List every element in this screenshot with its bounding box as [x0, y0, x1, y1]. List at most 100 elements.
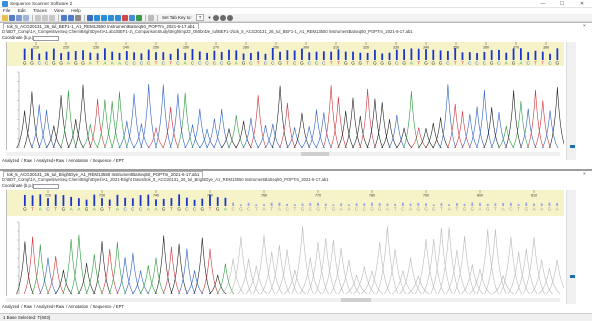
- find-icon[interactable]: [148, 14, 154, 21]
- close-panel-1-icon[interactable]: ×: [583, 23, 586, 28]
- paste-icon[interactable]: [49, 14, 55, 21]
- trace-peak: [353, 266, 376, 295]
- quality-bar: [216, 197, 219, 206]
- electropherogram-1[interactable]: 210 220 230 240 250 260 270 280 290 300 310 320 330 3…: [6, 42, 564, 150]
- quality-bar: [111, 51, 114, 60]
- base-call: T: [293, 207, 296, 212]
- print-icon[interactable]: [75, 14, 81, 21]
- quality-bar: [432, 49, 435, 60]
- quality-bar: [519, 48, 522, 60]
- view-tab-analyzed[interactable]: Analyzed: [2, 158, 19, 163]
- ruler-tick-label: 740: [153, 194, 159, 198]
- base-call: G: [332, 207, 336, 212]
- view-both-icon[interactable]: [108, 14, 114, 21]
- vertical-scroll-thumb-2[interactable]: [570, 275, 575, 278]
- tab-key-select[interactable]: T: [195, 14, 205, 21]
- quality-bar: [352, 51, 354, 60]
- view-tab-analyzed[interactable]: Analyzed: [2, 304, 19, 309]
- coordinate-input-2[interactable]: [33, 184, 59, 189]
- view-tab-raw[interactable]: Raw: [24, 304, 32, 309]
- ruler-tick-label: 280: [243, 46, 249, 50]
- base-call: T: [96, 61, 99, 66]
- view-tab-annotation[interactable]: Annotation: [68, 158, 88, 163]
- horizontal-scroll-thumb-2[interactable]: [341, 298, 371, 302]
- maximize-button[interactable]: ☐: [555, 0, 569, 8]
- trace-peak: [299, 257, 322, 295]
- quality-bar: [54, 194, 57, 206]
- horizontal-scroll-thumb-1[interactable]: [301, 152, 329, 156]
- quality-bar: [96, 53, 99, 60]
- quality-bar: [548, 202, 551, 206]
- view-annotation-icon[interactable]: [115, 14, 121, 21]
- coordinate-input-1[interactable]: [33, 36, 59, 41]
- close-panel-2-icon[interactable]: ×: [583, 171, 586, 176]
- base-call: G: [388, 61, 392, 66]
- close-button[interactable]: ✕: [575, 0, 589, 8]
- open-folder-icon[interactable]: [2, 14, 8, 21]
- trace-peak: [46, 256, 65, 295]
- base-call: T: [286, 61, 289, 66]
- zoom-fit-icon[interactable]: [226, 14, 233, 21]
- horizontal-scrollbar-2[interactable]: [6, 298, 560, 302]
- trace-peak: [490, 112, 508, 149]
- electropherogram-2[interactable]: 720730740750760770780790800810GTACTGAAGA…: [6, 190, 564, 296]
- view-tab-annotation[interactable]: Annotation: [68, 304, 88, 309]
- quality-bar: [31, 195, 34, 206]
- export-icon[interactable]: [23, 14, 29, 21]
- quality-bar: [224, 197, 227, 206]
- view-tab-sequence[interactable]: Sequence: [93, 304, 112, 309]
- layout-icon[interactable]: [87, 14, 93, 21]
- trace-a-icon[interactable]: [136, 14, 142, 21]
- view-raw-icon[interactable]: [101, 14, 107, 21]
- chevron-down-icon[interactable]: ▾: [208, 15, 210, 21]
- view-tab-ept[interactable]: EPT: [116, 158, 124, 163]
- quality-bar: [140, 53, 143, 60]
- base-call: T: [108, 207, 111, 212]
- copy-icon[interactable]: [42, 14, 48, 21]
- minimize-button[interactable]: —: [536, 0, 550, 8]
- quality-bar: [133, 52, 136, 60]
- trace-peak: [103, 101, 121, 149]
- vertical-scrollbar-1[interactable]: [566, 42, 576, 160]
- trace-c-icon[interactable]: [129, 14, 135, 21]
- cut-icon[interactable]: [35, 14, 41, 21]
- quality-bar: [213, 50, 216, 60]
- quality-bar: [512, 48, 515, 60]
- trace-peak: [395, 127, 413, 149]
- trace-peak: [147, 127, 165, 149]
- base-call: G: [490, 61, 494, 66]
- vertical-scroll-thumb-1[interactable]: [570, 145, 575, 148]
- quality-bar: [162, 198, 165, 206]
- quality-bar: [425, 49, 427, 60]
- vertical-scrollbar-2[interactable]: [566, 190, 576, 304]
- title-bar: Sequence Scanner Software 2 — ☐ ✕: [0, 0, 592, 8]
- base-call: G: [177, 207, 181, 212]
- redo-icon[interactable]: [68, 14, 74, 21]
- quality-bar: [118, 52, 121, 60]
- view-tab-sequence[interactable]: Sequence: [93, 158, 112, 163]
- horizontal-scrollbar-1[interactable]: [6, 152, 560, 156]
- save-icon[interactable]: [9, 14, 15, 21]
- view-tab-analyzed-raw[interactable]: Analyzed+Raw: [36, 158, 64, 163]
- zoom-out-icon[interactable]: [219, 14, 226, 21]
- quality-bar: [344, 51, 347, 60]
- quality-bar: [359, 52, 362, 60]
- ruler-tick-label: 330: [393, 46, 399, 50]
- base-call: G: [524, 207, 528, 212]
- trace-peak: [118, 120, 136, 149]
- view-tab-ept[interactable]: EPT: [116, 304, 124, 309]
- quality-bar: [439, 50, 442, 60]
- quality-bar: [62, 195, 65, 206]
- view-analyzed-icon[interactable]: [94, 14, 100, 21]
- view-tab-analyzed-raw[interactable]: Analyzed+Raw: [36, 304, 64, 309]
- trace-t-icon[interactable]: [122, 14, 128, 21]
- trace-peak: [293, 112, 311, 149]
- quality-bar: [417, 48, 420, 60]
- undo-icon[interactable]: [61, 14, 67, 21]
- base-call: G: [548, 207, 552, 212]
- save-all-icon[interactable]: [16, 14, 22, 21]
- quality-bar: [139, 195, 142, 206]
- zoom-in-icon[interactable]: [212, 14, 219, 21]
- view-tab-raw[interactable]: Raw: [24, 158, 32, 163]
- quality-bar: [410, 48, 413, 60]
